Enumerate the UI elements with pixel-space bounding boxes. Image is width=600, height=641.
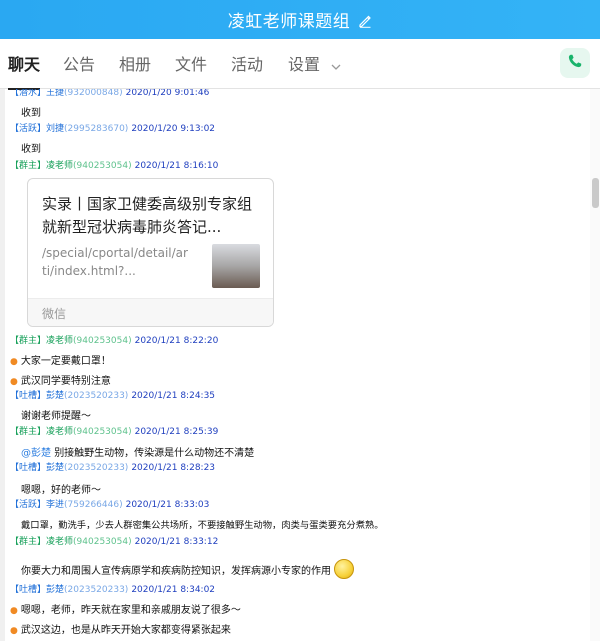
tab-album[interactable]: 相册 — [119, 39, 151, 89]
member-name[interactable]: 凌老师 — [46, 427, 73, 437]
message-header: 【吐槽】彭楚(2023520233) 2020/1/21 8:28:23 — [10, 462, 215, 474]
card-source: 微信 — [42, 307, 67, 321]
member-name[interactable]: 彭楚 — [46, 463, 64, 473]
message-line: 别接触野生动物，传染源是什么动物还不清楚 — [54, 448, 255, 459]
message-header: 【群主】凌老师(940253054) 2020/1/21 8:22:20 — [10, 335, 218, 347]
member-role: 【活跃】 — [10, 500, 47, 510]
mention-link[interactable]: @彭楚 — [21, 448, 51, 459]
message-text: 戴口罩，勤洗手，少去人群密集公共场所，不要接触野生动物，肉类与蛋类要充分煮熟。 — [21, 520, 384, 531]
message-text: 收到 — [21, 144, 41, 155]
shared-link-card[interactable]: 实录丨国家卫健委高级别专家组就新型冠状病毒肺炎答记... /special/cp… — [27, 178, 274, 327]
message-header: 【活跃】李进(759266446) 2020/1/21 8:33:03 — [10, 499, 209, 511]
message-text: 谢谢老师提醒～ — [21, 411, 91, 422]
message-time: 2020/1/20 9:01:46 — [125, 89, 210, 98]
message-text: ● 武汉这边，也是从昨天开始大家都变得紧张起来 — [10, 621, 231, 636]
message-text: ● 嗯嗯，老师，昨天就在家里和亲戚朋友说了很多～ — [10, 601, 241, 616]
message-header: 【活跃】刘捷(2995283670) 2020/1/20 9:13:02 — [10, 123, 215, 135]
message-header: 【群主】凌老师(940253054) 2020/1/21 8:33:12 — [10, 536, 218, 548]
message-line: 嗯嗯，老师，昨天就在家里和亲戚朋友说了很多～ — [20, 605, 241, 616]
member-id: (2023520233) — [64, 391, 129, 401]
message-text: @彭楚 别接触野生动物，传染源是什么动物还不清楚 — [21, 444, 254, 459]
card-footer: 微信 — [28, 298, 273, 326]
title-bar: 凌虹老师课题组 — [0, 0, 600, 39]
tab-announcement[interactable]: 公告 — [63, 39, 95, 89]
message-time: 2020/1/21 8:22:20 — [134, 336, 219, 346]
chevron-down-icon — [331, 40, 341, 92]
message-header: 【群主】凌老师(940253054) 2020/1/21 8:16:10 — [10, 160, 218, 172]
member-name[interactable]: 王捷 — [46, 89, 64, 98]
member-id: (940253054) — [73, 336, 132, 346]
message-header: 【吐槽】彭楚(2023520233) 2020/1/21 8:34:02 — [10, 584, 215, 596]
message-time: 2020/1/21 8:16:10 — [134, 161, 219, 171]
tab-chat[interactable]: 聊天 — [8, 39, 41, 90]
message-line: 你要大力和周围人宣传病原学和疾病防控知识，发挥病源小专家的作用 — [21, 566, 331, 577]
member-role: 【群主】 — [10, 336, 47, 346]
member-name[interactable]: 李进 — [46, 500, 64, 510]
left-scroll-track — [0, 89, 5, 641]
member-role: 【群主】 — [10, 427, 47, 437]
message-time: 2020/1/21 8:25:39 — [134, 427, 219, 437]
card-title: 实录丨国家卫健委高级别专家组就新型冠状病毒肺炎答记... — [42, 195, 253, 236]
message-time: 2020/1/21 8:33:12 — [134, 537, 219, 547]
member-name[interactable]: 彭楚 — [46, 391, 64, 401]
bullet-icon: ● — [10, 606, 18, 616]
message-text: 你要大力和周围人宣传病原学和疾病防控知识，发挥病源小专家的作用 — [21, 559, 354, 581]
tab-bar: 聊天 公告 相册 文件 活动 设置 — [0, 39, 600, 90]
card-url: /special/cportal/detail/arti/index.html?… — [42, 246, 188, 278]
member-role: 【潜水】 — [10, 89, 47, 98]
message-text: 收到 — [21, 108, 41, 119]
message-header: 【潜水】王捷(932000848) 2020/1/20 9:01:46 — [10, 89, 209, 99]
message-text: ● 武汉同学要特别注意 — [10, 372, 111, 387]
member-id: (759266446) — [64, 500, 123, 510]
member-id: (932000848) — [64, 89, 123, 98]
card-thumbnail — [212, 244, 260, 288]
member-id: (2023520233) — [64, 585, 129, 595]
vertical-scrollbar[interactable] — [590, 89, 600, 641]
member-id: (2023520233) — [64, 463, 129, 473]
member-id: (940253054) — [73, 427, 132, 437]
tab-settings[interactable]: 设置 — [288, 39, 341, 89]
smiley-face-icon — [334, 559, 354, 579]
member-id: (940253054) — [73, 161, 132, 171]
message-text: 嗯嗯，好的老师～ — [21, 485, 101, 496]
message-line: 武汉同学要特别注意 — [20, 376, 111, 387]
member-id: (2995283670) — [64, 124, 129, 134]
member-role: 【吐槽】 — [10, 391, 47, 401]
message-header: 【吐槽】彭楚(2023520233) 2020/1/21 8:24:35 — [10, 390, 215, 402]
message-time: 2020/1/21 8:28:23 — [131, 463, 216, 473]
member-name[interactable]: 刘捷 — [46, 124, 64, 134]
message-header: 【群主】凌老师(940253054) 2020/1/21 8:25:39 — [10, 426, 218, 438]
chat-history[interactable]: 【潜水】王捷(932000848) 2020/1/20 9:01:46 收到 【活… — [0, 89, 600, 641]
message-time: 2020/1/21 8:33:03 — [125, 500, 210, 510]
message-time: 2020/1/21 8:34:02 — [131, 585, 216, 595]
phone-icon — [567, 53, 583, 73]
edit-pencil-icon[interactable] — [358, 13, 372, 28]
bullet-icon: ● — [10, 626, 18, 636]
message-line: 大家一定要戴口罩！ — [20, 356, 111, 367]
member-role: 【群主】 — [10, 537, 47, 547]
tab-events[interactable]: 活动 — [231, 39, 263, 89]
member-name[interactable]: 凌老师 — [46, 537, 73, 547]
member-role: 【群主】 — [10, 161, 47, 171]
member-role: 【吐槽】 — [10, 463, 47, 473]
bullet-icon: ● — [10, 357, 18, 367]
member-name[interactable]: 凌老师 — [46, 161, 73, 171]
tab-files[interactable]: 文件 — [175, 39, 207, 89]
message-time: 2020/1/21 8:24:35 — [131, 391, 216, 401]
message-line: 武汉这边，也是从昨天开始大家都变得紧张起来 — [20, 625, 231, 636]
bullet-icon: ● — [10, 377, 18, 387]
tab-settings-label: 设置 — [288, 55, 321, 74]
member-name[interactable]: 彭楚 — [46, 585, 64, 595]
message-text: ● 大家一定要戴口罩！ — [10, 352, 111, 367]
call-button[interactable] — [560, 48, 590, 78]
scrollbar-thumb[interactable] — [592, 178, 599, 208]
member-role: 【活跃】 — [10, 124, 47, 134]
member-id: (940253054) — [73, 537, 132, 547]
message-time: 2020/1/20 9:13:02 — [131, 124, 216, 134]
member-name[interactable]: 凌老师 — [46, 336, 73, 346]
group-title: 凌虹老师课题组 — [227, 12, 351, 32]
member-role: 【吐槽】 — [10, 585, 47, 595]
